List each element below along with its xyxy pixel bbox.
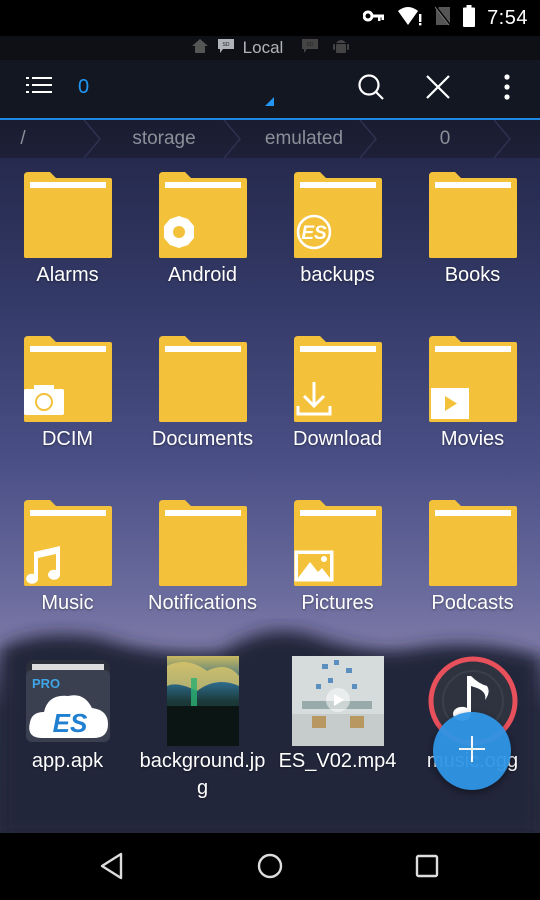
folder-icon xyxy=(427,170,519,260)
more-options-button[interactable] xyxy=(487,69,527,109)
apk-thumbnail-icon: PRO ES xyxy=(22,656,114,746)
file-item-background-jpg[interactable]: background.jpg xyxy=(135,656,270,802)
chevron-right-icon xyxy=(223,120,241,158)
breadcrumb: / storage emulated 0 xyxy=(0,120,540,158)
svg-text:PRO: PRO xyxy=(32,676,60,691)
folder-item-notifications[interactable]: Notifications xyxy=(135,498,270,617)
video-thumbnail-icon xyxy=(291,656,384,746)
search-button[interactable] xyxy=(351,69,391,109)
item-label: DCIM xyxy=(41,428,94,450)
breadcrumb-emulated[interactable]: emulated xyxy=(240,120,368,158)
svg-text:ES: ES xyxy=(52,708,87,738)
chevron-right-icon xyxy=(83,120,101,158)
svg-text:ES: ES xyxy=(301,223,327,244)
add-fab-button[interactable] xyxy=(433,712,511,790)
folder-item-alarms[interactable]: Alarms xyxy=(0,170,135,289)
folder-item-books[interactable]: Books xyxy=(405,170,540,289)
plus-icon xyxy=(458,735,486,768)
item-label: Podcasts xyxy=(431,592,514,614)
folder-item-dcim[interactable]: DCIM xyxy=(0,334,135,453)
folder-item-backups[interactable]: ES backups xyxy=(270,170,405,289)
menu-button[interactable] xyxy=(20,69,60,109)
sd-card-icon: SD xyxy=(217,38,235,59)
system-navigation-bar xyxy=(0,833,540,900)
item-label: backups xyxy=(300,264,375,286)
item-label: app.apk xyxy=(31,750,104,772)
battery-icon xyxy=(463,4,476,32)
item-label: ES_V02.mp4 xyxy=(278,750,397,772)
folder-item-android[interactable]: Android xyxy=(135,170,270,289)
more-vert-icon xyxy=(504,73,510,105)
chevron-right-icon xyxy=(359,120,377,158)
search-icon xyxy=(357,73,385,106)
item-label: Alarms xyxy=(36,264,99,286)
folder-item-movies[interactable]: Movies xyxy=(405,334,540,453)
home-icon[interactable] xyxy=(191,38,209,59)
folder-item-documents[interactable]: Documents xyxy=(135,334,270,453)
back-button[interactable] xyxy=(90,846,134,890)
item-label: Books xyxy=(444,264,501,286)
list-menu-icon xyxy=(26,75,54,104)
clock: 7:54 xyxy=(487,6,528,29)
close-icon xyxy=(425,74,451,105)
storage-label[interactable]: Local xyxy=(243,38,284,58)
folder-item-podcasts[interactable]: Podcasts xyxy=(405,498,540,617)
folder-icon: ES xyxy=(292,170,384,260)
folder-item-pictures[interactable]: Pictures xyxy=(270,498,405,617)
storage-location-bar: SD Local SD xyxy=(0,36,540,60)
item-label: Notifications xyxy=(148,592,257,614)
folder-icon xyxy=(292,334,384,424)
folder-icon xyxy=(427,498,519,588)
svg-text:SD: SD xyxy=(307,42,314,48)
sd-card-icon[interactable]: SD xyxy=(301,38,319,59)
item-label: Download xyxy=(293,428,382,450)
item-label: Pictures xyxy=(301,592,374,614)
wifi-alert-icon xyxy=(397,6,423,31)
status-bar: 7:54 xyxy=(0,0,540,36)
selected-count[interactable]: 0 xyxy=(78,76,89,99)
folder-icon xyxy=(157,498,249,588)
folder-icon xyxy=(157,170,249,260)
folder-icon xyxy=(22,498,114,588)
folder-icon xyxy=(292,498,384,588)
svg-text:SD: SD xyxy=(222,42,229,48)
folder-icon xyxy=(22,170,114,260)
file-item-es-v02-mp4[interactable]: ES_V02.mp4 xyxy=(270,656,405,775)
item-label: Music xyxy=(41,592,94,614)
no-sim-icon xyxy=(434,5,451,31)
item-label: Documents xyxy=(151,428,254,450)
folder-item-music[interactable]: Music xyxy=(0,498,135,617)
chevron-right-icon xyxy=(493,120,511,158)
toolbar: 0 xyxy=(0,60,540,118)
android-icon[interactable] xyxy=(333,37,350,60)
breadcrumb-storage[interactable]: storage xyxy=(100,120,228,158)
folder-icon xyxy=(427,334,519,424)
item-label: Android xyxy=(168,264,237,286)
image-thumbnail-icon xyxy=(166,656,239,746)
item-label: background.jpg xyxy=(139,750,266,799)
home-button[interactable] xyxy=(248,846,292,890)
home-circle-icon xyxy=(257,853,283,884)
vpn-key-icon xyxy=(362,9,385,28)
recents-square-icon xyxy=(415,854,439,883)
breadcrumb-root[interactable]: / xyxy=(0,120,46,158)
recents-button[interactable] xyxy=(405,846,449,890)
folder-item-download[interactable]: Download xyxy=(270,334,405,453)
folder-icon xyxy=(22,334,114,424)
file-item-app-apk[interactable]: PRO ES app.apk xyxy=(0,656,135,775)
folder-icon xyxy=(157,334,249,424)
close-button[interactable] xyxy=(418,69,458,109)
back-triangle-icon xyxy=(99,852,125,885)
item-label: Movies xyxy=(440,428,505,450)
dropdown-indicator xyxy=(265,97,274,106)
